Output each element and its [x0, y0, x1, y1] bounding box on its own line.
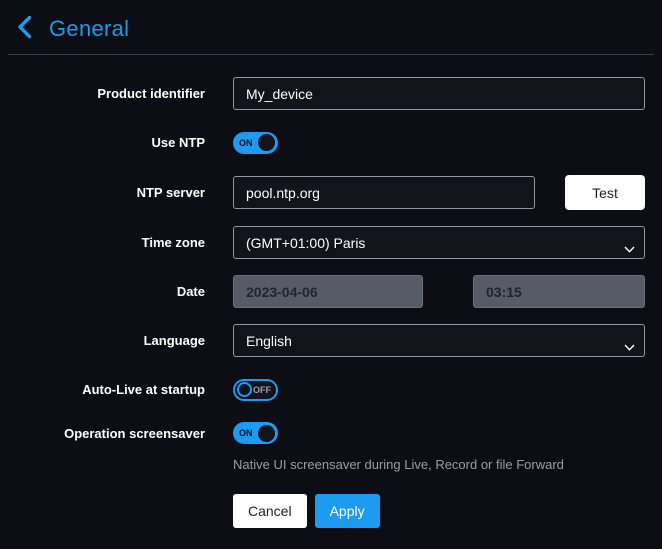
test-ntp-button[interactable]: Test: [565, 175, 645, 210]
toggle-knob: [258, 134, 275, 151]
cancel-button[interactable]: Cancel: [233, 494, 307, 528]
screensaver-help-text: Native UI screensaver during Live, Recor…: [233, 457, 564, 472]
language-select[interactable]: English: [233, 324, 645, 357]
action-buttons: Cancel Apply: [233, 494, 645, 528]
time-zone-row: Time zone (GMT+01:00) Paris: [0, 226, 645, 259]
general-settings-form: Product identifier Use NTP ON NTP server…: [0, 55, 662, 528]
use-ntp-row: Use NTP ON: [0, 126, 645, 159]
page-title: General: [49, 16, 129, 42]
product-identifier-label: Product identifier: [0, 86, 205, 101]
operation-screensaver-row: Operation screensaver ON Native UI scree…: [0, 422, 645, 472]
date-input: [233, 275, 423, 308]
page-header: General: [0, 0, 662, 54]
product-identifier-row: Product identifier: [0, 77, 645, 110]
product-identifier-input[interactable]: [233, 77, 645, 110]
auto-live-label: Auto-Live at startup: [0, 382, 205, 397]
operation-screensaver-toggle[interactable]: ON: [233, 422, 278, 444]
apply-button[interactable]: Apply: [315, 494, 380, 528]
chevron-down-icon: [624, 338, 635, 354]
time-zone-selected-value: (GMT+01:00) Paris: [246, 235, 365, 251]
language-row: Language English: [0, 324, 645, 357]
toggle-state-text: ON: [239, 138, 253, 148]
date-row: Date: [0, 275, 645, 308]
auto-live-toggle[interactable]: OFF: [233, 379, 278, 401]
date-label: Date: [0, 284, 205, 299]
time-zone-select[interactable]: (GMT+01:00) Paris: [233, 226, 645, 259]
toggle-state-text: ON: [239, 428, 253, 438]
use-ntp-label: Use NTP: [0, 135, 205, 150]
auto-live-row: Auto-Live at startup OFF: [0, 373, 645, 406]
operation-screensaver-label: Operation screensaver: [0, 422, 205, 441]
toggle-state-text: OFF: [253, 385, 271, 395]
chevron-down-icon: [624, 240, 635, 256]
ntp-server-input[interactable]: [233, 176, 535, 209]
ntp-server-row: NTP server Test: [0, 175, 645, 210]
language-selected-value: English: [246, 333, 292, 349]
time-input: [473, 275, 645, 308]
toggle-knob: [237, 382, 252, 397]
back-button[interactable]: [16, 15, 33, 42]
ntp-server-label: NTP server: [0, 185, 205, 200]
time-zone-label: Time zone: [0, 235, 205, 250]
toggle-knob: [258, 425, 275, 442]
use-ntp-toggle[interactable]: ON: [233, 132, 278, 154]
language-label: Language: [0, 333, 205, 348]
chevron-left-icon: [16, 15, 33, 42]
